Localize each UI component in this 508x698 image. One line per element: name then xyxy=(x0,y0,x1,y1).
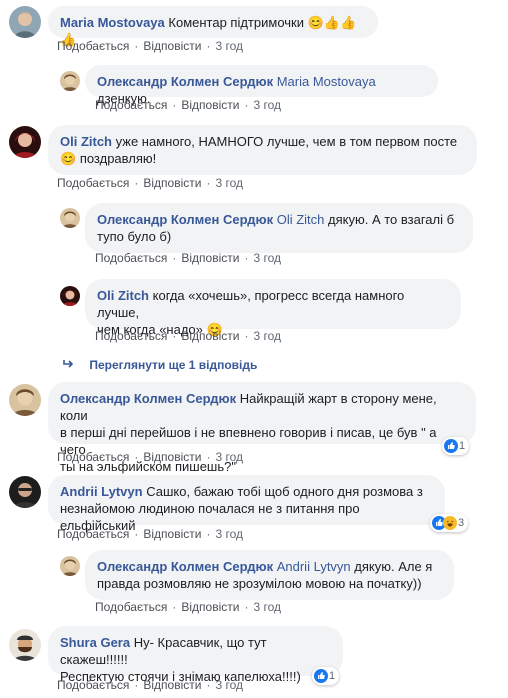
comment-actions: Подобається · Відповісти · 3 год xyxy=(57,176,243,190)
avatar-oleksandr-image xyxy=(60,71,80,91)
reaction-count-label: 1 xyxy=(329,670,336,682)
comment-actions: Подобається · Відповісти · 3 год xyxy=(57,450,243,464)
reply-arrow-icon xyxy=(62,358,76,372)
comment-text: поздравляю! xyxy=(79,151,157,166)
comment-bubble: Oli Zitch уже намного, НАМНОГО лучше, че… xyxy=(48,125,477,175)
comment-author[interactable]: Oli Zitch xyxy=(97,288,149,303)
comment-bubble: Oli Zitch когда «хочешь», прогресс всегд… xyxy=(85,279,461,337)
reaction-count-label: 1 xyxy=(459,440,466,452)
avatar[interactable] xyxy=(9,384,41,416)
like-link[interactable]: Подобається xyxy=(57,450,129,464)
avatar[interactable] xyxy=(9,476,41,508)
comment-author[interactable]: Олександр Колмен Сердюк xyxy=(97,212,273,227)
comment-bubble: Олександр Колмен Сердюк Andrii Lytvyn дя… xyxy=(85,550,454,600)
comment-actions: Подобається · Відповісти · 3 год xyxy=(95,600,281,614)
avatar[interactable] xyxy=(60,286,80,306)
comment-bubble: Maria Mostovaya Коментар підтримочки 😊👍👍… xyxy=(48,6,378,47)
comment-bubble: Andrii Lytvyn Сашко, бажаю тобі щоб одно… xyxy=(48,475,445,533)
reply-link[interactable]: Відповісти xyxy=(181,251,239,265)
avatar[interactable] xyxy=(9,629,41,661)
reply-link[interactable]: Відповісти xyxy=(143,39,201,53)
reply-link[interactable]: Відповісти xyxy=(181,600,239,614)
haha-reaction-icon xyxy=(443,516,457,530)
comment-author[interactable]: Олександр Колмен Сердюк xyxy=(60,391,236,406)
comment-author[interactable]: Олександр Колмен Сердюк xyxy=(97,559,273,574)
reaction-count[interactable]: 3 xyxy=(430,514,469,532)
reaction-count[interactable]: 1 xyxy=(312,667,340,685)
avatar-oli-image xyxy=(9,126,41,158)
comment-actions: Подобається · Відповісти · 3 год xyxy=(95,98,281,112)
reply-link[interactable]: Відповісти xyxy=(181,98,239,112)
comment-bubble: Олександр Колмен Сердюк Oli Zitch дякую.… xyxy=(85,203,473,253)
comment-text: дякую. А то взагалі б xyxy=(328,212,455,227)
comment-time[interactable]: 3 год xyxy=(253,98,281,112)
comment-author[interactable]: Andrii Lytvyn xyxy=(60,484,143,499)
reply-link[interactable]: Відповісти xyxy=(143,678,201,692)
reaction-count[interactable]: 1 xyxy=(442,437,470,455)
comment-text: правда розмовляю не зрозумілою мовою на … xyxy=(97,576,422,591)
comment-time[interactable]: 3 год xyxy=(253,329,281,343)
avatar-oleksandr-image xyxy=(60,208,80,228)
like-link[interactable]: Подобається xyxy=(57,176,129,190)
comment-actions: Подобається · Відповісти · 3 год xyxy=(57,527,243,541)
avatar-shura-image xyxy=(9,629,41,661)
view-more-replies[interactable]: Переглянути ще 1 відповідь xyxy=(62,358,257,372)
avatar-andrii-image xyxy=(9,476,41,508)
comment-text: уже намного, НАМНОГО лучше, чем в том пе… xyxy=(115,134,458,149)
comment-bubble: Олександр Колмен Сердюк Maria Mostovaya … xyxy=(85,65,438,106)
avatar-oleksandr-image xyxy=(60,556,80,576)
like-link[interactable]: Подобається xyxy=(95,251,167,265)
comment-bubble: Олександр Колмен Сердюк Найкращій жарт в… xyxy=(48,382,476,474)
avatar[interactable] xyxy=(9,126,41,158)
comment-time[interactable]: 3 год xyxy=(215,678,243,692)
like-link[interactable]: Подобається xyxy=(57,527,129,541)
comment-text: Сашко, бажаю тобі щоб одного дня розмова… xyxy=(146,484,423,499)
reaction-count-label: 3 xyxy=(458,517,465,529)
like-reaction-icon xyxy=(444,439,458,453)
avatar[interactable] xyxy=(60,208,80,228)
reply-link[interactable]: Відповісти xyxy=(181,329,239,343)
comment-time[interactable]: 3 год xyxy=(215,527,243,541)
comment-text: дякую. Але я xyxy=(354,559,433,574)
comment-time[interactable]: 3 год xyxy=(215,450,243,464)
mention-link[interactable]: Maria Mostovaya xyxy=(277,74,376,89)
reply-link[interactable]: Відповісти xyxy=(143,450,201,464)
like-link[interactable]: Подобається xyxy=(57,39,129,53)
reply-link[interactable]: Відповісти xyxy=(143,176,201,190)
comment-time[interactable]: 3 год xyxy=(215,39,243,53)
mention-link[interactable]: Andrii Lytvyn xyxy=(277,559,351,574)
comment-time[interactable]: 3 год xyxy=(253,251,281,265)
comment-actions: Подобається · Відповісти · 3 год xyxy=(95,251,281,265)
avatar[interactable] xyxy=(60,556,80,576)
comment-text: Коментар підтримочки xyxy=(168,15,304,30)
emoji: 😊 xyxy=(60,151,77,166)
comment-author[interactable]: Shura Gera xyxy=(60,635,130,650)
comment-actions: Подобається · Відповісти · 3 год xyxy=(57,678,243,692)
comment-time[interactable]: 3 год xyxy=(253,600,281,614)
avatar-oli-image xyxy=(60,286,80,306)
view-more-label[interactable]: Переглянути ще 1 відповідь xyxy=(89,358,257,372)
comment-text: тупо було б) xyxy=(97,229,172,244)
like-link[interactable]: Подобається xyxy=(95,98,167,112)
avatar-oleksandr-image xyxy=(9,384,41,416)
avatar-maria-image xyxy=(9,6,41,38)
comment-author[interactable]: Олександр Колмен Сердюк xyxy=(97,74,273,89)
comment-bubble: Shura Gera Ну- Красавчик, що тут скажеш!… xyxy=(48,626,343,684)
like-link[interactable]: Подобається xyxy=(95,600,167,614)
like-link[interactable]: Подобається xyxy=(57,678,129,692)
comment-author[interactable]: Oli Zitch xyxy=(60,134,112,149)
comment-time[interactable]: 3 год xyxy=(215,176,243,190)
like-link[interactable]: Подобається xyxy=(95,329,167,343)
reply-link[interactable]: Відповісти xyxy=(143,527,201,541)
comment-author[interactable]: Maria Mostovaya xyxy=(60,15,165,30)
like-reaction-icon xyxy=(314,669,328,683)
mention-link[interactable]: Oli Zitch xyxy=(277,212,325,227)
avatar[interactable] xyxy=(60,71,80,91)
comment-actions: Подобається · Відповісти · 3 год xyxy=(57,39,243,53)
comment-actions: Подобається · Відповісти · 3 год xyxy=(95,329,281,343)
avatar[interactable] xyxy=(9,6,41,38)
